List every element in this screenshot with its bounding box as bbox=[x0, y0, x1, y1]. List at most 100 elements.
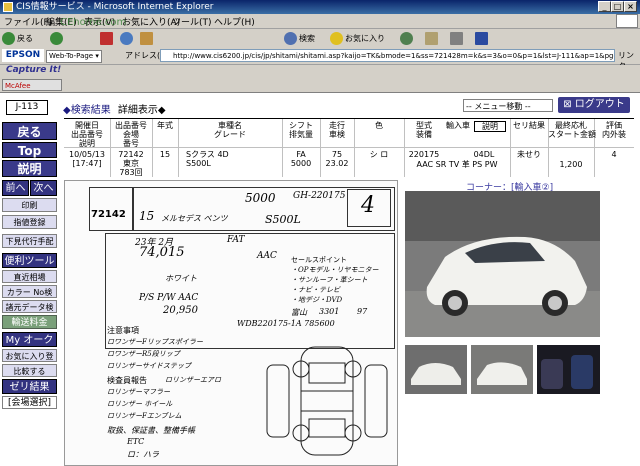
sheet-equip-row: P/S P/W AAC bbox=[139, 293, 199, 303]
sheet-sp4: ・地デジ・DVD bbox=[291, 296, 343, 304]
past-results-button[interactable]: 直近相場 bbox=[2, 270, 57, 283]
car-main-photo[interactable] bbox=[405, 191, 600, 337]
forward-arrow-icon bbox=[50, 32, 63, 45]
sheet-sp1: ・OPモデル・リヤモニター bbox=[291, 266, 379, 274]
sheet-note1: ロワンザーFリップスポイラー bbox=[107, 338, 203, 346]
top-button[interactable]: Top bbox=[2, 142, 57, 158]
sheet-score: 4 bbox=[361, 193, 375, 218]
printer-icon bbox=[450, 32, 463, 45]
sheet-ac: AAC bbox=[257, 251, 277, 261]
header-maker: 車種名 グレード bbox=[214, 121, 246, 139]
capture-toolbar: Capture It! bbox=[0, 65, 640, 79]
maximize-button[interactable]: □ bbox=[611, 1, 624, 12]
car-photo-image bbox=[405, 191, 600, 337]
home-button[interactable] bbox=[140, 31, 155, 46]
print-page-button[interactable]: 印刷 bbox=[2, 198, 57, 212]
tools-header: 便利ツール bbox=[2, 253, 57, 268]
maker-data-button[interactable]: 諸元データ検索 bbox=[2, 300, 57, 325]
mcafee-toolbar: McAfee SiteAdvisor bbox=[0, 78, 640, 102]
thumb-rear-image bbox=[471, 345, 533, 394]
menu-bar: ファイル(F) 編集(E) 表示(V) お気に入り(A) ツール(T) ヘルプ(… bbox=[0, 14, 640, 29]
explain-link[interactable]: 説明 bbox=[474, 121, 506, 132]
header-shift: シフト 排気量 bbox=[289, 121, 313, 139]
back-button[interactable]: 戻る bbox=[2, 31, 33, 46]
title-bar: CIS情報サービス - Microsoft Internet Explorer … bbox=[0, 0, 640, 14]
cell-year: 15 bbox=[159, 150, 171, 159]
sheet-year: 15 bbox=[139, 209, 155, 223]
sheet-note3: ロリンザーサイドステップ bbox=[107, 362, 191, 370]
cell-equipment: AAC SR TV 革 PS PW bbox=[416, 160, 498, 169]
sheet-handwrite1: ロ：ハラ bbox=[127, 450, 159, 459]
header-lot: 出品番号 会場 番号 bbox=[115, 121, 147, 148]
url-input[interactable]: http://www.cis6200.jp/cis/jp/shitami/shi… bbox=[160, 49, 615, 62]
star-icon bbox=[330, 32, 343, 45]
menu-tools[interactable]: ツール(T) bbox=[172, 15, 212, 28]
refresh-button[interactable] bbox=[120, 31, 135, 46]
sheet-recycle: 20,950 bbox=[163, 305, 198, 316]
sheet-check1: ロリンザーエアロ bbox=[165, 376, 221, 384]
transport-fee-button[interactable]: 輸送料金 bbox=[2, 315, 57, 329]
print-button[interactable] bbox=[450, 31, 465, 46]
favorites-button[interactable]: お気に入り bbox=[330, 31, 385, 46]
cell-lot: 72142 東京 783回 bbox=[118, 150, 144, 177]
history-button[interactable] bbox=[400, 31, 415, 46]
sheet-sp3: ・ナビ・テレビ bbox=[291, 286, 340, 294]
word-button[interactable] bbox=[475, 31, 490, 46]
mcafee-button[interactable]: McAfee SiteAdvisor bbox=[2, 79, 62, 102]
page-header: J-113 ◆検索結果 詳細表示◆ -- メニュー移動 -- ⊠ ログアウト bbox=[0, 94, 640, 118]
car-thumb-interior[interactable] bbox=[537, 345, 600, 394]
cell-start: 1,200 bbox=[559, 160, 583, 169]
car-thumb-rear[interactable] bbox=[471, 345, 533, 394]
sheet-check3: ETC bbox=[127, 437, 145, 446]
auction-sheet: 72142 5000 GH-220175 15 メルセデス ベンツ S500L … bbox=[64, 180, 398, 466]
cell-result: 未せり bbox=[517, 150, 541, 159]
search-results-link[interactable]: ◆検索結果 bbox=[63, 105, 111, 116]
add-favorite-button[interactable]: お気に入り登録 bbox=[2, 349, 57, 374]
menu-file[interactable]: ファイル(F) bbox=[4, 15, 52, 28]
mail-button[interactable] bbox=[425, 31, 440, 46]
explain-button[interactable]: 説明 bbox=[2, 160, 57, 177]
sheet-location: 富山 bbox=[291, 308, 307, 317]
stop-icon bbox=[100, 32, 113, 45]
minimize-button[interactable]: _ bbox=[598, 1, 611, 12]
proxy-bid-button[interactable]: 下見代行手配 bbox=[2, 234, 57, 248]
search-button[interactable]: 検索 bbox=[284, 31, 315, 46]
color-search-button[interactable]: カラー No検索 bbox=[2, 285, 57, 310]
car-thumb-front[interactable] bbox=[405, 345, 467, 394]
cell-model: 220175 bbox=[408, 150, 440, 159]
venue-select[interactable]: [会場選択] bbox=[2, 396, 57, 409]
details-link: 詳細表示◆ bbox=[117, 105, 166, 116]
back-page-button[interactable]: 戻る bbox=[2, 122, 57, 140]
menu-help[interactable]: ヘルプ(H) bbox=[214, 15, 255, 28]
sheet-vin: WDB220175-1A 785600 bbox=[237, 319, 335, 328]
header-result: セリ結果 bbox=[513, 121, 545, 130]
menu-select[interactable]: -- メニュー移動 -- bbox=[463, 99, 553, 112]
forward-button[interactable] bbox=[50, 31, 65, 46]
logout-button[interactable]: ⊠ ログアウト bbox=[558, 97, 630, 113]
next-button[interactable]: 次へ bbox=[30, 180, 57, 196]
web-to-page-select[interactable]: Web-To-Page ▾ bbox=[46, 50, 102, 63]
capture-it-label[interactable]: Capture It! bbox=[6, 65, 61, 75]
lot-number: J-113 bbox=[6, 100, 48, 115]
sheet-check-title: 検査員報告 bbox=[107, 376, 147, 385]
designated-price-button[interactable]: 指値登録 bbox=[2, 215, 57, 229]
my-auction-header: My オークション bbox=[2, 332, 57, 361]
thumb-interior-image bbox=[537, 345, 600, 394]
sheet-note4: ロリンザーマフラー bbox=[107, 388, 170, 396]
sheet-note5: ロリンザーFエンブレム bbox=[107, 412, 182, 420]
header-color: 色 bbox=[375, 121, 383, 130]
sheet-cc: 3301 bbox=[319, 307, 340, 316]
header-date: 開催日 出品番号 説明 bbox=[71, 121, 103, 148]
close-button[interactable]: × bbox=[624, 1, 637, 12]
prev-button[interactable]: 前へ bbox=[2, 180, 29, 196]
sheet-grade: S500L bbox=[265, 213, 301, 226]
word-icon bbox=[475, 32, 488, 45]
header-year: 年式 bbox=[157, 121, 173, 130]
cell-car: Sクラス 4D S500L bbox=[186, 150, 229, 168]
window-title: CIS情報サービス - Microsoft Internet Explorer bbox=[16, 2, 214, 12]
cell-mileage: 75 23.02 bbox=[325, 150, 349, 168]
vehicle-info-table: 開催日 出品番号 説明 出品番号 会場 番号 年式 車種名 グレード シフト 排… bbox=[64, 118, 634, 177]
compare-button[interactable]: 比較する bbox=[2, 364, 57, 377]
stop-button[interactable] bbox=[100, 31, 115, 46]
refresh-icon bbox=[120, 32, 133, 45]
